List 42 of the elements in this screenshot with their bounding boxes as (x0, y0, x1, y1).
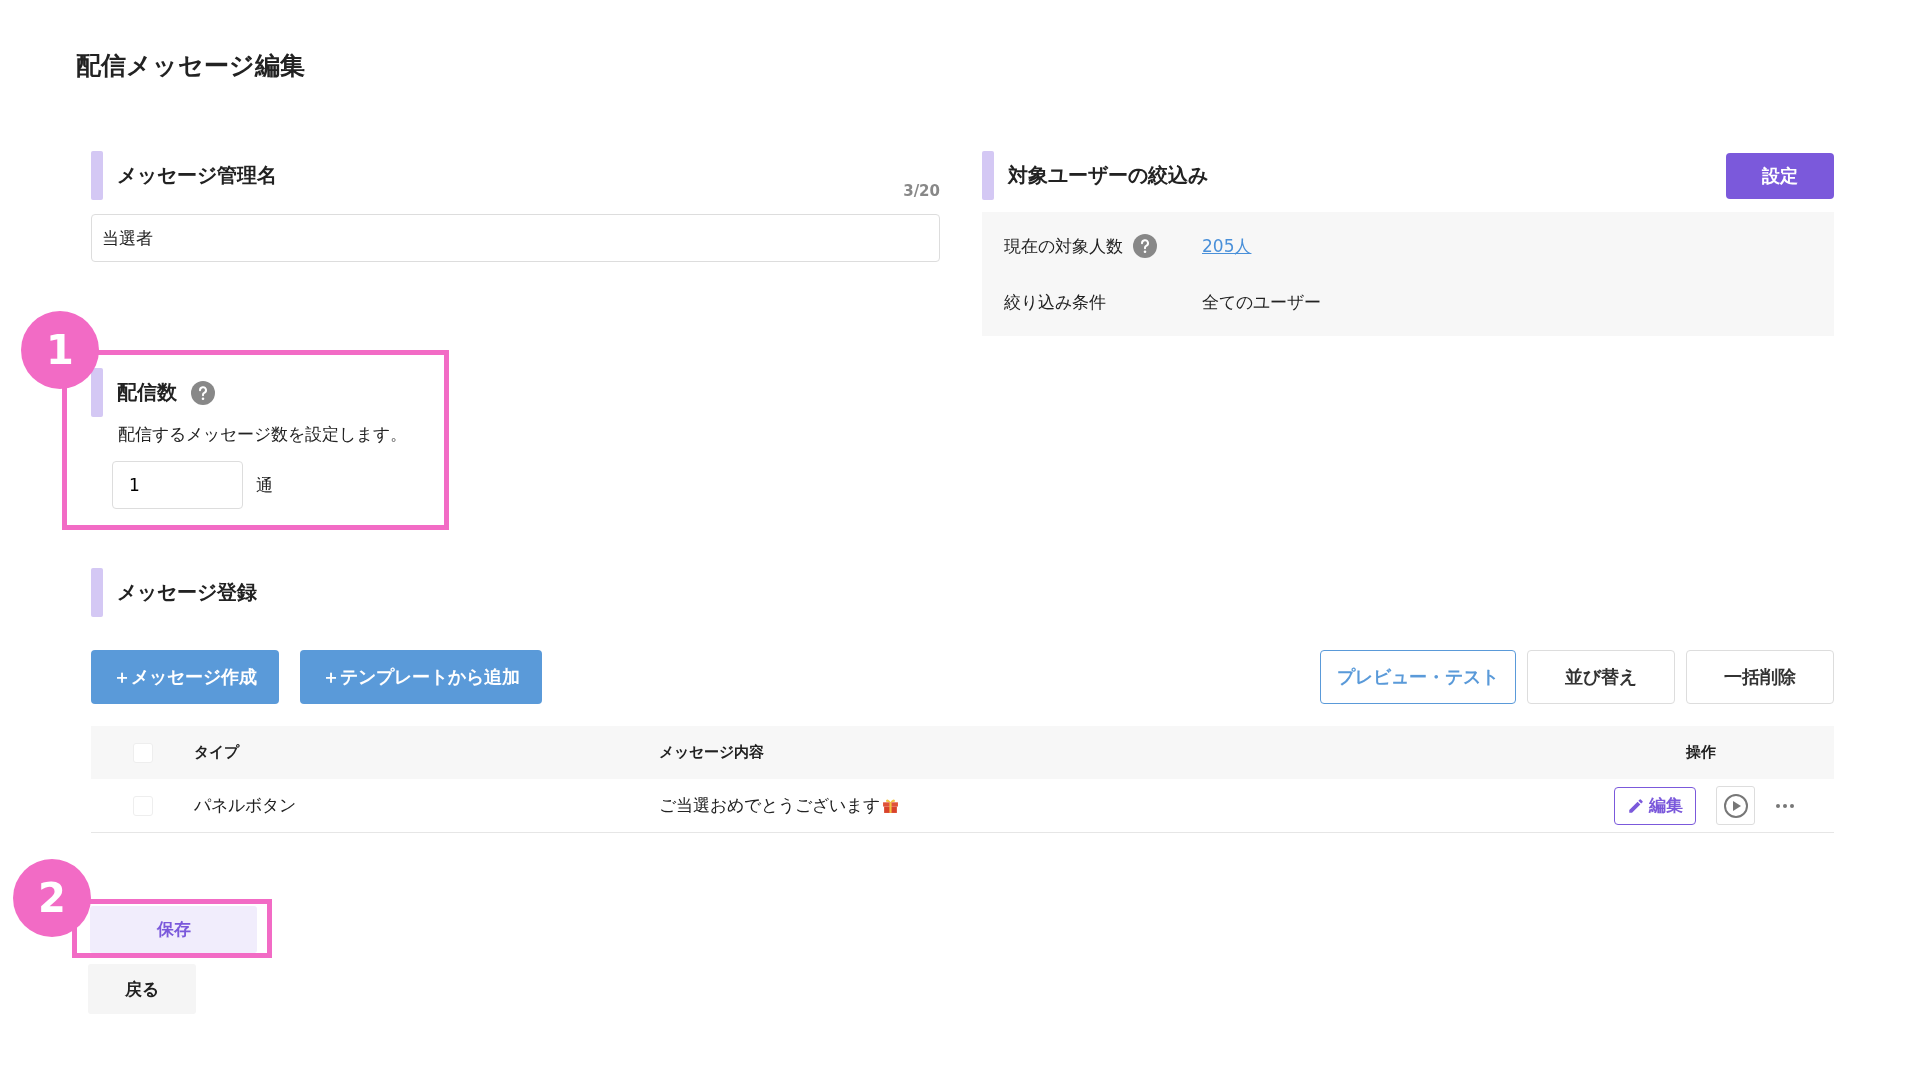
target-count-link[interactable]: 205人 (1202, 234, 1812, 258)
step-badge: 2 (13, 859, 91, 937)
table-cell: ご当選おめでとうございます (659, 794, 880, 817)
action-button[interactable]: 並び替え (1527, 650, 1675, 704)
section-description: 配信するメッセージ数を設定します。 (118, 423, 408, 446)
heading-accent-bar (91, 151, 103, 200)
heading-accent-bar (91, 568, 103, 617)
heading-accent-bar (91, 368, 103, 417)
edit-button[interactable]: 編集 (1614, 786, 1696, 825)
action-button[interactable]: プレビュー・テスト (1320, 650, 1516, 704)
info-label: 現在の対象人数 (1004, 234, 1123, 258)
more-button[interactable] (1775, 802, 1795, 809)
save-button[interactable]: 保存 (90, 906, 257, 953)
help-icon[interactable] (1133, 234, 1157, 258)
add-button[interactable]: ＋メッセージ作成 (91, 650, 279, 704)
add-button[interactable]: ＋テンプレートから追加 (300, 650, 542, 704)
play-icon (1722, 792, 1749, 819)
table-cell-text: パネルボタン (194, 794, 297, 817)
help-icon[interactable] (191, 380, 215, 405)
settings-button[interactable]: 設定 (1726, 152, 1834, 199)
column-header: 操作 (1685, 743, 1717, 762)
info-label: 絞り込み条件 (1004, 290, 1106, 314)
back-button[interactable]: 戻る (88, 964, 196, 1014)
column-header: メッセージ内容 (659, 743, 765, 762)
step-badge: 1 (21, 311, 99, 389)
heading-accent-bar (982, 151, 994, 200)
action-button[interactable]: 一括削除 (1686, 650, 1834, 704)
message-name-field[interactable]: 当選者 (91, 214, 940, 262)
section-heading: メッセージ登録 (117, 579, 257, 606)
gift-icon (882, 797, 899, 814)
pencil-icon (1627, 796, 1645, 815)
section-heading: 対象ユーザーの絞込み (1008, 162, 1208, 189)
column-header: タイプ (194, 743, 241, 762)
page-title: 配信メッセージ編集 (76, 50, 306, 82)
section-heading: 配信数 (117, 379, 177, 406)
character-counter: 3/20 (903, 182, 940, 200)
info-value: 全てのユーザー (1202, 290, 1322, 314)
play-button[interactable] (1716, 786, 1755, 825)
ellipsis-icon (1775, 802, 1795, 809)
unit-label: 通 (256, 473, 273, 497)
delivery-count-field[interactable]: 1 (112, 461, 243, 509)
section-heading: メッセージ管理名 (117, 162, 277, 189)
